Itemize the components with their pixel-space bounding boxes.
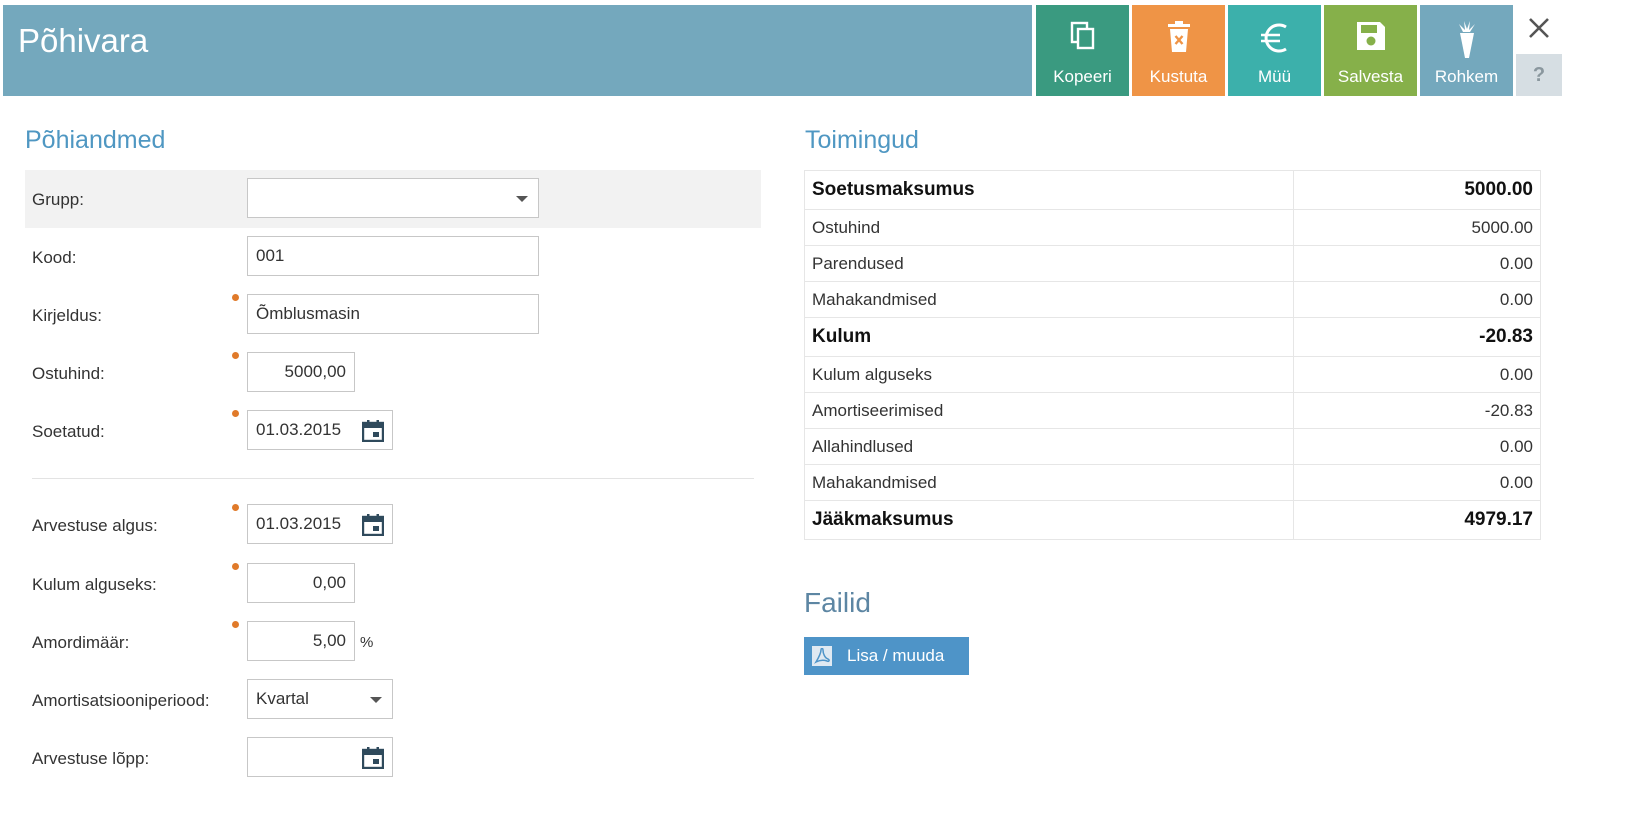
actions-row: Jääkmaksumus 4979.17 [804,500,1541,540]
required-dot [232,294,239,301]
calc-end-date-input[interactable] [247,737,393,777]
actions-title: Toimingud [805,126,919,154]
actions-row: Ostuhind 5000.00 [804,209,1541,246]
save-button[interactable]: Salvesta [1324,5,1417,96]
acquired-label: Soetatud: [32,422,105,441]
initial-depreciation-input[interactable]: 0,00 [247,563,355,603]
depreciation-period-value: Kvartal [256,689,309,708]
save-button-label: Salvesta [1337,67,1404,86]
calc-end-label: Arvestuse lõpp: [32,749,150,768]
copy-button-label: Kopeeri [1053,67,1112,86]
actions-row: Soetusmaksumus 5000.00 [804,170,1541,210]
more-button[interactable]: Rohkem [1420,5,1513,96]
actions-row-label: Mahakandmised [804,281,1294,318]
carrot-icon [1458,21,1475,58]
actions-row: Mahakandmised 0.00 [804,281,1541,318]
required-dot [232,410,239,417]
purchase-price-input[interactable]: 5000,00 [247,352,355,392]
actions-row-value: -20.83 [1293,392,1541,429]
page-title: Põhivara [18,22,149,59]
required-dot [232,504,239,511]
actions-row-value: 0.00 [1293,464,1541,501]
page-header: Põhivara [3,5,1032,96]
depreciation-period-label: Amortisatsiooniperiood: [32,691,210,710]
acquired-date-value: 01.03.2015 [256,420,342,439]
actions-row-label: Jääkmaksumus [804,500,1294,540]
actions-row-label: Soetusmaksumus [804,170,1294,210]
calc-start-date-input[interactable]: 01.03.2015 [247,504,393,544]
copy-button[interactable]: Kopeeri [1036,5,1129,96]
actions-row: Amortiseerimised -20.83 [804,392,1541,429]
calc-start-label: Arvestuse algus: [32,516,158,535]
actions-row-value: 0.00 [1293,281,1541,318]
actions-table: Soetusmaksumus 5000.00 Ostuhind 5000.00 Pare… [804,170,1541,540]
depreciation-period-select[interactable]: Kvartal [247,679,393,719]
calendar-icon[interactable] [362,747,384,769]
actions-row-value: 0.00 [1293,245,1541,282]
calendar-icon[interactable] [362,420,384,442]
calendar-icon[interactable] [362,514,384,536]
actions-row: Kulum alguseks 0.00 [804,356,1541,393]
actions-row-label: Kulum alguseks [804,356,1294,393]
depreciation-rate-input[interactable]: 5,00 [247,621,355,661]
copy-icon [1070,21,1094,50]
description-input[interactable]: Õmblusmasin [247,294,539,334]
actions-row-value: -20.83 [1293,317,1541,357]
required-dot [232,621,239,628]
required-dot [232,352,239,359]
trash-icon [1167,21,1190,52]
actions-row-value: 0.00 [1293,356,1541,393]
add-edit-files-label: Lisa / muuda [847,646,945,665]
code-input[interactable]: 001 [247,236,539,276]
acquired-date-input[interactable]: 01.03.2015 [247,410,393,450]
actions-row-label: Kulum [804,317,1294,357]
sell-button-label: Müü [1257,67,1292,86]
actions-row-value: 5000.00 [1293,209,1541,246]
description-label: Kirjeldus: [32,306,102,325]
floppy-disk-icon [1356,22,1385,50]
close-button[interactable] [1516,5,1562,50]
group-label: Grupp: [32,190,84,209]
actions-row: Mahakandmised 0.00 [804,464,1541,501]
actions-row-value: 4979.17 [1293,500,1541,540]
actions-row-label: Mahakandmised [804,464,1294,501]
chevron-down-icon [516,196,528,202]
delete-button-label: Kustuta [1149,67,1208,86]
actions-row-value: 5000.00 [1293,170,1541,210]
calc-start-date-value: 01.03.2015 [256,514,342,533]
group-select[interactable] [247,178,539,218]
actions-row: Kulum -20.83 [804,317,1541,357]
purchase-price-label: Ostuhind: [32,364,105,383]
add-edit-files-button[interactable]: Lisa / muuda [804,637,969,675]
actions-row-label: Parendused [804,245,1294,282]
actions-row: Parendused 0.00 [804,245,1541,282]
sell-button[interactable]: Müü [1228,5,1321,96]
percent-unit: % [360,634,374,651]
actions-row-label: Allahindlused [804,428,1294,465]
section-divider [32,478,754,479]
close-icon [1529,17,1549,38]
files-title: Failid [804,587,871,618]
code-label: Kood: [32,248,77,267]
actions-row: Allahindlused 0.00 [804,428,1541,465]
initial-depreciation-label: Kulum alguseks: [32,575,157,594]
actions-row-value: 0.00 [1293,428,1541,465]
pdf-icon [812,646,832,666]
depreciation-rate-label: Amordimäär: [32,633,130,652]
delete-button[interactable]: Kustuta [1132,5,1225,96]
basic-data-title: Põhiandmed [25,126,166,154]
actions-row-label: Amortiseerimised [804,392,1294,429]
actions-row-label: Ostuhind [804,209,1294,246]
chevron-down-icon [370,697,382,703]
euro-icon [1260,23,1287,53]
more-button-label: Rohkem [1434,67,1499,86]
help-button[interactable]: ? [1516,54,1562,96]
required-dot [232,563,239,570]
